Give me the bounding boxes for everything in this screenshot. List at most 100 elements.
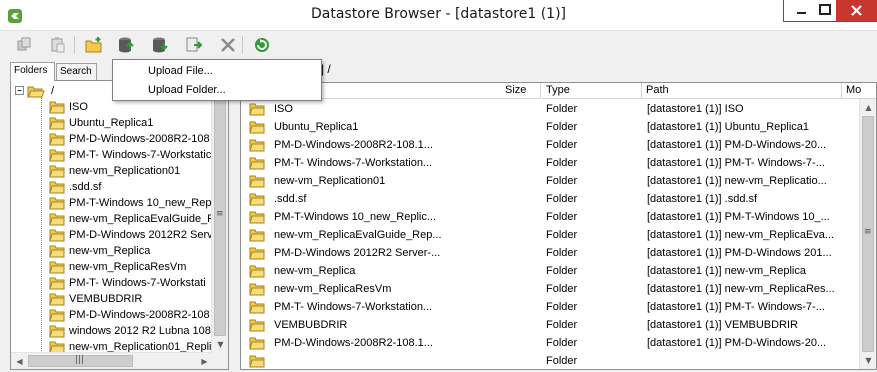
delete-icon[interactable]: [218, 35, 238, 55]
column-header-modified[interactable]: Mo: [842, 83, 876, 99]
list-row[interactable]: new-vm_ReplicaEvalGuide_Rep... Folder [dat…: [241, 226, 861, 244]
row-type: Folder: [546, 301, 578, 313]
tree-item-label: PM-D-Windows 2012R2 Serv: [69, 229, 213, 241]
toolbar-separator: [242, 36, 243, 54]
row-type: Folder: [546, 355, 578, 367]
tree-item-label: ISO: [69, 101, 88, 113]
scroll-down-arrow-icon[interactable]: ▼: [860, 352, 876, 369]
menu-item-upload-file[interactable]: Upload File...: [148, 62, 213, 80]
row-name: new-vm_Replica: [274, 265, 356, 277]
folders-panel: Folders Search / ISO Ubuntu_Replica1 PM-D-…: [0, 58, 233, 372]
list-row[interactable]: new-vm_Replication01 Folder [datastore1 (1…: [241, 172, 861, 190]
paste-icon[interactable]: [48, 35, 68, 55]
row-type: Folder: [546, 211, 578, 223]
row-path: [datastore1 (1)] .sdd.sf: [647, 193, 758, 205]
menu-item-upload-folder[interactable]: Upload Folder...: [148, 81, 226, 99]
scroll-up-arrow-icon[interactable]: ▲: [860, 99, 876, 116]
row-type: Folder: [546, 139, 578, 151]
grip-icon: ≡: [864, 227, 872, 237]
list-row[interactable]: new-vm_Replica Folder [datastore1 (1)] new…: [241, 262, 861, 280]
new-folder-icon[interactable]: [84, 35, 104, 55]
scroll-down-arrow-icon[interactable]: ▼: [212, 336, 228, 353]
row-type: Folder: [546, 337, 578, 349]
file-list-panel: 0] / Size Type Path Mo ISO Folder [datasto…: [236, 58, 877, 372]
tab-folders[interactable]: Folders: [10, 62, 55, 81]
tree-item-label: VEMBUBDRIR: [69, 293, 143, 305]
row-name: ISO: [274, 103, 293, 115]
tree-guide-line: [41, 97, 42, 353]
row-path: [datastore1 (1)] VEMBUBDRIR: [647, 319, 798, 331]
list-row[interactable]: Ubuntu_Replica1 Folder [datastore1 (1)] Ub…: [241, 118, 861, 136]
list-row[interactable]: PM-D-Windows-2008R2-108.1... Folder [datas…: [241, 136, 861, 154]
refresh-icon[interactable]: [252, 35, 272, 55]
row-name: new-vm_ReplicaResVm: [274, 283, 392, 295]
toolbar: [0, 31, 877, 58]
tree-item-label: PM-T- Windows-7-Workstati: [69, 277, 206, 289]
maximize-button[interactable]: [812, 0, 839, 21]
close-button[interactable]: [836, 0, 877, 21]
row-type: Folder: [546, 283, 578, 295]
scroll-corner: [211, 352, 228, 369]
list-row[interactable]: ISO Folder [datastore1 (1)] ISO: [241, 100, 861, 118]
row-name: PM-T- Windows-7-Workstation...: [274, 301, 433, 313]
row-name: PM-D-Windows 2012R2 Server-...: [274, 247, 441, 259]
list-row[interactable]: PM-T- Windows-7-Workstation... Folder [dat…: [241, 154, 861, 172]
copy-icon[interactable]: [14, 35, 34, 55]
tree-vertical-scrollbar[interactable]: ▲ ≡ ▼: [211, 81, 228, 353]
row-name: PM-D-Windows-2008R2-108.1...: [274, 337, 433, 349]
list-row[interactable]: PM-T-Windows 10_new_Replic... Folder [data…: [241, 208, 861, 226]
list-row[interactable]: .sdd.sf Folder [datastore1 (1)] .sdd.sf: [241, 190, 861, 208]
row-path: [datastore1 (1)] PM-D-Windows-20...: [647, 337, 827, 349]
row-type: Folder: [546, 319, 578, 331]
tree-item-label: PM-D-Windows-2008R2-108: [69, 133, 210, 145]
register-vm-icon[interactable]: [184, 35, 204, 55]
tree-item-label: PM-D-Windows-2008R2-108: [69, 309, 210, 321]
row-type: Folder: [546, 157, 578, 169]
row-name: PM-D-Windows-2008R2-108.1...: [274, 139, 433, 151]
tree-item-label: .sdd.sf: [69, 181, 102, 193]
list-row[interactable]: PM-D-Windows-2008R2-108.1... Folder [datas…: [241, 334, 861, 352]
file-list[interactable]: Size Type Path Mo ISO Folder [datastore1 (…: [240, 82, 877, 370]
row-path: [datastore1 (1)] new-vm_Replica: [647, 265, 806, 277]
tree-item-label: PM-T- Windows-7-Workstatic: [69, 149, 212, 161]
row-type: Folder: [546, 265, 578, 277]
row-name: VEMBUBDRIR: [274, 319, 348, 331]
list-row[interactable]: VEMBUBDRIR Folder [datastore1 (1)] VEMBUBD…: [241, 316, 861, 334]
upload-dropdown-menu: Upload File... Upload Folder...: [112, 59, 322, 101]
row-type: Folder: [546, 229, 578, 241]
row-path: [datastore1 (1)] PM-D-Windows-20...: [647, 139, 827, 151]
row-type: Folder: [546, 247, 578, 259]
list-row[interactable]: Folder: [241, 352, 861, 369]
tree-item-label: windows 2012 R2 Lubna 108: [69, 325, 211, 337]
tree-item-label: new-vm_ReplicaResVm: [69, 261, 187, 273]
collapse-root-icon[interactable]: [13, 83, 53, 99]
row-name: .sdd.sf: [274, 193, 307, 205]
tab-search[interactable]: Search: [56, 63, 97, 81]
row-path: [datastore1 (1)] PM-T-Windows 10_...: [647, 211, 830, 223]
row-type: Folder: [546, 103, 578, 115]
folder-tree[interactable]: / ISO Ubuntu_Replica1 PM-D-Windows-2008R2-…: [10, 80, 229, 370]
column-header-path[interactable]: Path: [642, 83, 842, 99]
row-name: PM-T- Windows-7-Workstation...: [274, 157, 433, 169]
column-header-size[interactable]: Size: [505, 83, 526, 99]
upload-icon[interactable]: [116, 35, 136, 55]
row-name: new-vm_Replication01: [274, 175, 386, 187]
list-row[interactable]: PM-D-Windows 2012R2 Server-... Folder [dat…: [241, 244, 861, 262]
row-name: PM-T-Windows 10_new_Replic...: [274, 211, 437, 223]
list-vertical-scrollbar[interactable]: ▲ ≡ ▼: [859, 99, 876, 369]
path-bar: 0] /: [236, 58, 877, 80]
row-type: Folder: [546, 175, 578, 187]
row-path: [datastore1 (1)] new-vm_Replicatio...: [647, 175, 827, 187]
list-row[interactable]: new-vm_ReplicaResVm Folder [datastore1 (1)…: [241, 280, 861, 298]
grip-icon: |||: [75, 355, 85, 365]
tree-item-label: new-vm_Replication01: [69, 165, 181, 177]
minimize-button[interactable]: [788, 0, 815, 21]
list-row[interactable]: PM-T- Windows-7-Workstation... Folder [dat…: [241, 298, 861, 316]
column-header-type[interactable]: Type: [542, 83, 642, 99]
download-icon[interactable]: [150, 35, 170, 55]
tree-horizontal-scrollbar[interactable]: ◀ ||| ▶: [11, 352, 213, 369]
row-path: [datastore1 (1)] new-vm_ReplicaEva...: [647, 229, 835, 241]
scroll-left-arrow-icon[interactable]: ◀: [11, 353, 28, 369]
row-name: Ubuntu_Replica1: [274, 121, 359, 133]
tree-item-label: PM-T-Windows 10_new_Rep: [69, 197, 212, 209]
